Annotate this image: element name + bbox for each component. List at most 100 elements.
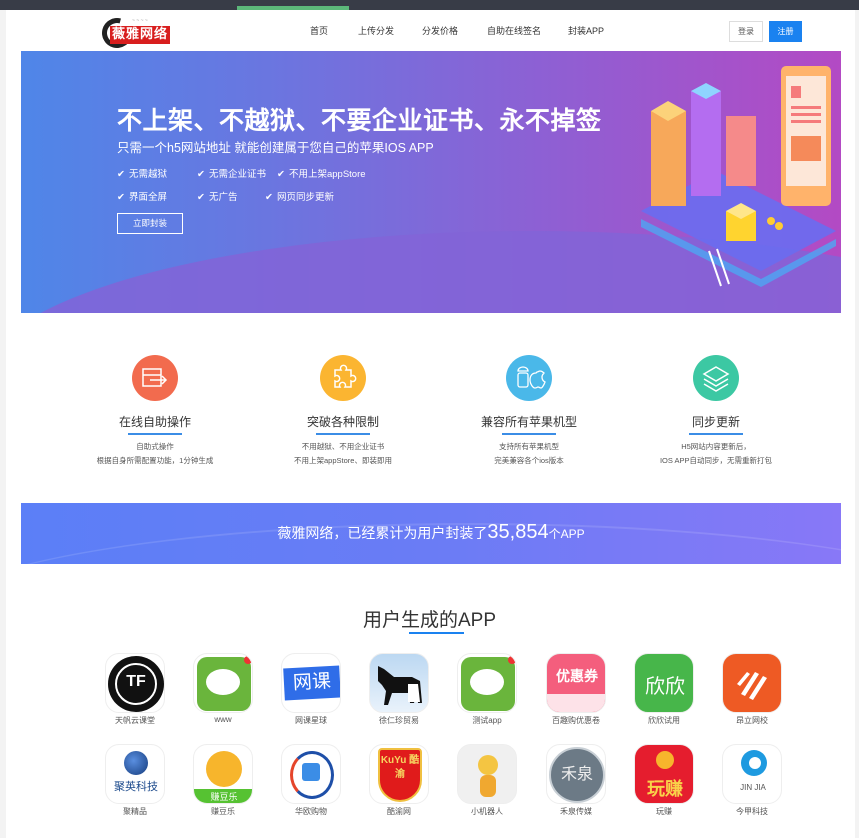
app-item[interactable]: 禾泉 禾泉传媒	[541, 744, 611, 817]
feature-desc: IOS APP自动同步，无需重新打包	[659, 456, 773, 465]
app-item[interactable]: 测试app	[452, 653, 522, 726]
app-item[interactable]: 赚豆乐 赚豆乐	[188, 744, 258, 817]
app-item[interactable]: 徐仁珍贸易	[364, 653, 434, 726]
feature-desc: H5网站内容更新后，	[681, 442, 751, 451]
check-icon: ✔	[265, 192, 273, 203]
hero-feature: ✔ 无广告	[197, 192, 238, 203]
app-name: 聚精品	[123, 807, 147, 816]
nav-upload[interactable]: 上传分发	[358, 24, 394, 37]
isometric-city-illustration	[641, 66, 836, 287]
feature-underline	[689, 433, 743, 435]
nav-signing[interactable]: 自助在线签名	[487, 24, 541, 37]
app-name: 禾泉传媒	[560, 807, 592, 816]
nav-home[interactable]: 首页	[310, 24, 328, 37]
app-item[interactable]: 小机器人	[452, 744, 522, 817]
logo-script: ~ ~ ~ ~	[132, 18, 148, 24]
app-icon	[281, 744, 341, 804]
site-logo[interactable]: ~ ~ ~ ~ 薇雅网络	[96, 12, 178, 54]
stats-suffix: 个APP	[548, 527, 585, 541]
apps-title-underline	[409, 632, 464, 634]
app-icon	[457, 744, 517, 804]
app-item[interactable]: TF 天帆云课堂	[100, 653, 170, 726]
app-item[interactable]: KuYu 酷渝 酷渝网	[364, 744, 434, 817]
app-icon	[193, 653, 253, 713]
register-button[interactable]: 注册	[769, 21, 802, 42]
app-name: 赚豆乐	[211, 807, 235, 816]
app-icon: 优惠券	[546, 653, 606, 713]
app-icon: JIN JIA	[722, 744, 782, 804]
app-item[interactable]: 华欧购物	[276, 744, 346, 817]
apps-section-title: 用户生成的APP	[362, 610, 497, 631]
app-name: 玩赚	[656, 807, 672, 816]
app-name: 测试app	[472, 716, 502, 725]
app-icon: 禾泉	[546, 744, 606, 804]
app-item[interactable]: 网课 网课星球	[276, 653, 346, 726]
hero-feature: ✔ 不用上架appStore	[277, 169, 366, 180]
check-icon: ✔	[197, 192, 205, 203]
package-now-button[interactable]: 立即封装	[117, 213, 183, 234]
app-icon: 聚英科技	[105, 744, 165, 804]
hero-title: 不上架、不越狱、不要企业证书、永不掉签	[117, 107, 602, 135]
site-header: ~ ~ ~ ~ 薇雅网络 首页 上传分发 分发价格 自助在线签名 封装APP 登…	[6, 10, 855, 54]
app-name: 酷渝网	[387, 807, 411, 816]
app-item[interactable]: www	[188, 653, 258, 724]
feature-title: 兼容所有苹果机型	[480, 415, 577, 429]
feature-compatibility: 兼容所有苹果机型 支持所有苹果机型 完美兼容各个ios版本	[429, 355, 629, 468]
app-item[interactable]: 昂立网校	[717, 653, 787, 726]
app-name: 网课星球	[295, 716, 327, 725]
layers-icon	[693, 355, 739, 401]
app-icon	[457, 653, 517, 713]
app-icon: KuYu 酷渝	[369, 744, 429, 804]
browser-top-bar	[0, 0, 859, 11]
stats-banner: 薇雅网络，已经累计为用户封装了35,854个APP	[21, 503, 841, 564]
check-icon: ✔	[197, 169, 205, 180]
feature-desc: 完美兼容各个ios版本	[494, 456, 564, 465]
hero-feature: ✔ 无需越狱	[117, 169, 167, 180]
app-item[interactable]: JIN JIA 今甲科技	[717, 744, 787, 817]
app-item[interactable]: 玩赚 玩赚	[629, 744, 699, 817]
hero-feature: ✔ 网页同步更新	[265, 192, 334, 203]
app-item[interactable]: 欣欣 欣欣试用	[629, 653, 699, 726]
online-operation-icon	[132, 355, 178, 401]
app-count: 35,854	[487, 521, 549, 543]
scrollbar-track[interactable]	[855, 10, 859, 838]
app-icon	[722, 653, 782, 713]
stats-message: 薇雅网络，已经累计为用户封装了35,854个APP	[21, 521, 841, 544]
feature-online-operation: 在线自助操作 自助式操作 根据自身所需配置功能，1分钟生成	[55, 355, 255, 468]
hero-feature: ✔ 无需企业证书	[197, 169, 266, 180]
app-item[interactable]: 优惠券 百趣购优惠卷	[541, 653, 611, 726]
feature-title: 在线自助操作	[118, 415, 191, 429]
feature-desc: 自助式操作	[136, 442, 174, 451]
feature-title: 突破各种限制	[306, 415, 379, 429]
puzzle-icon	[320, 355, 366, 401]
login-button[interactable]: 登录	[729, 21, 763, 42]
feature-underline	[502, 433, 556, 435]
feature-title: 同步更新	[691, 415, 740, 429]
left-gutter	[0, 10, 6, 838]
feature-desc: 不用上架appStore、即装即用	[294, 456, 392, 465]
feature-desc: 支持所有苹果机型	[499, 442, 559, 451]
nav-package-app[interactable]: 封装APP	[568, 24, 604, 37]
app-name: 欣欣试用	[648, 716, 680, 725]
feature-underline	[316, 433, 370, 435]
app-icon: 玩赚	[634, 744, 694, 804]
feature-desc: 不用越狱、不用企业证书	[301, 442, 385, 451]
feature-no-limits: 突破各种限制 不用越狱、不用企业证书 不用上架appStore、即装即用	[243, 355, 443, 468]
app-icon: 欣欣	[634, 653, 694, 713]
feature-desc: 根据自身所需配置功能，1分钟生成	[96, 456, 214, 465]
check-icon: ✔	[117, 169, 125, 180]
app-item[interactable]: 聚英科技 聚精品	[100, 744, 170, 817]
app-icon: TF	[105, 653, 165, 713]
app-name: 华欧购物	[295, 807, 327, 816]
logo-text: 薇雅网络	[110, 26, 171, 44]
app-name: www	[214, 715, 232, 724]
nav-pricing[interactable]: 分发价格	[422, 24, 458, 37]
app-name: 小机器人	[471, 807, 503, 816]
features-section: 在线自助操作 自助式操作 根据自身所需配置功能，1分钟生成 突破各种限制 不用越…	[21, 313, 841, 503]
android-apple-icon	[506, 355, 552, 401]
app-icon	[369, 653, 429, 713]
hero-banner: 不上架、不越狱、不要企业证书、永不掉签 只需一个h5网站地址 就能创建属于您自己…	[21, 51, 841, 313]
stats-prefix: 薇雅网络，已经累计为用户封装了	[277, 525, 488, 541]
app-name: 徐仁珍贸易	[379, 716, 419, 725]
feature-underline	[128, 433, 182, 435]
